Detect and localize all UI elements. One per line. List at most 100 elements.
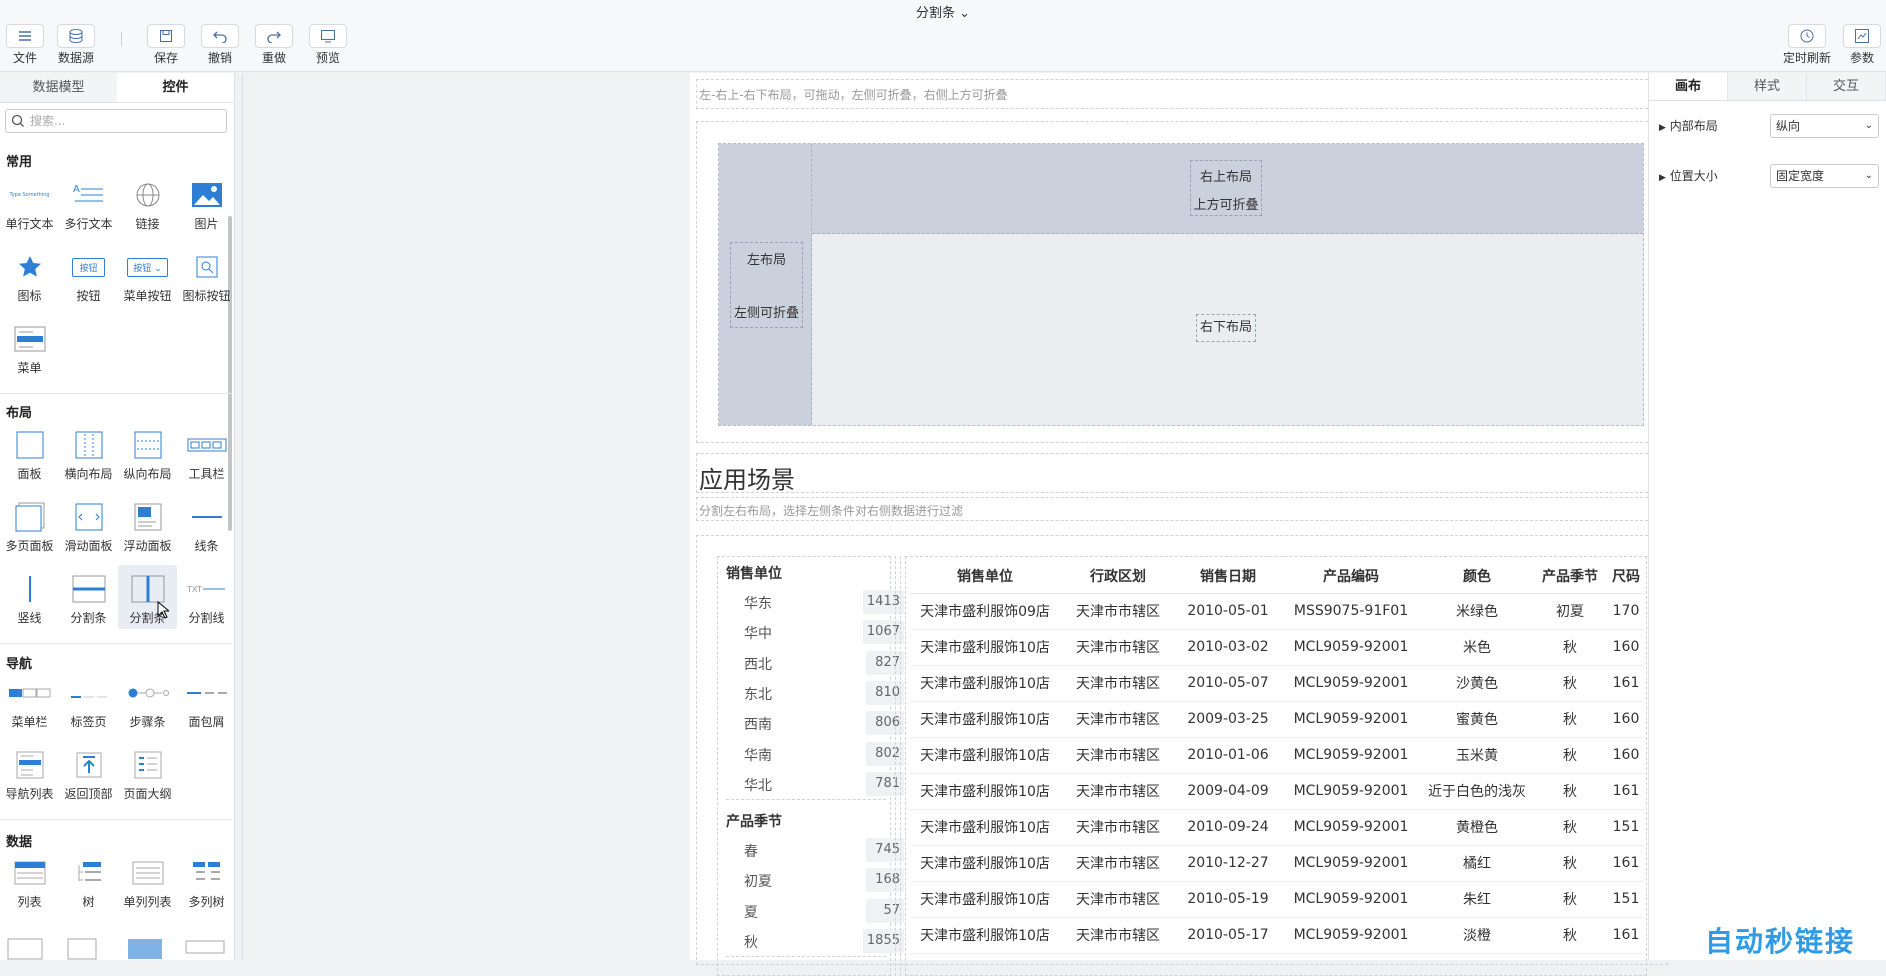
widget-floating-panel[interactable]: 浮动面板 <box>118 497 177 554</box>
widget-splitter-horizontal[interactable]: 分割条 <box>59 569 118 626</box>
undo-button[interactable]: 撤销 <box>195 24 245 65</box>
data-table-container[interactable]: 销售单位 行政区划 销售日期 产品编码 颜色 产品季节 尺码 天津市盛利服饰09店 天津市市辖… <box>905 556 1647 976</box>
filter-item[interactable]: 春 745 <box>744 838 904 863</box>
widget-multi-column-tree[interactable]: 多列树 <box>177 853 234 910</box>
column-header[interactable]: 销售日期 <box>1176 559 1280 594</box>
widget-page-outline[interactable]: 页面大纲 <box>118 745 177 802</box>
splitter-demo-container[interactable]: 左布局 左侧可折叠 右上布局 上方可折叠 右下布局 <box>696 121 1668 443</box>
filter-item[interactable]: 华北 781 <box>744 771 904 796</box>
left-layout-label: 左布局 <box>746 253 786 268</box>
tab-widgets[interactable]: 控件 <box>117 73 234 102</box>
left-layout-label-box[interactable]: 左布局 左侧可折叠 <box>730 242 803 328</box>
table-header-row: 销售单位 行政区划 销售日期 产品编码 颜色 产品季节 尺码 <box>910 559 1644 594</box>
widget-button[interactable]: 按钮 按钮 <box>59 247 118 304</box>
top-right-label-box[interactable]: 右上布局 上方可折叠 <box>1190 160 1262 216</box>
widget-line[interactable]: 线条 <box>177 497 234 554</box>
desc-text-box-1[interactable]: 左-右上-右下布局，可拖动，左侧可折叠，右侧上方可折叠 <box>696 79 1668 109</box>
column-header[interactable]: 尺码 <box>1608 559 1644 594</box>
table-cell: 天津市盛利服饰10店 <box>910 917 1060 954</box>
column-header[interactable]: 行政区划 <box>1060 559 1176 594</box>
page-title-dropdown[interactable]: 分割条 ⌄ <box>0 2 1886 21</box>
table-row[interactable]: 天津市盛利服饰10店 天津市市辖区 2009-04-09 MCL9059-92001 近… <box>910 773 1644 810</box>
widget-horizontal-layout[interactable]: 横向布局 <box>59 425 118 482</box>
position-size-select[interactable]: 固定宽度 ⌄ <box>1770 164 1879 188</box>
tab-data-model[interactable]: 数据模型 <box>0 73 117 102</box>
splitter-layout[interactable]: 左布局 左侧可折叠 右上布局 上方可折叠 右下布局 <box>718 143 1644 426</box>
datasource-button[interactable]: 数据源 <box>50 24 102 65</box>
widget-multi-page-panel[interactable]: 多页面板 <box>0 497 59 554</box>
tab-style[interactable]: 样式 <box>1728 73 1807 100</box>
widget-back-to-top[interactable]: 返回顶部 <box>59 745 118 802</box>
widget-vertical-line[interactable]: 竖线 <box>0 569 59 626</box>
bottom-right-label-box[interactable]: 右下布局 <box>1196 314 1256 342</box>
desc-text-box-2[interactable]: 分割左右布局，选择左侧条件对右侧数据进行过滤 <box>696 497 1668 521</box>
history-icon <box>1788 24 1826 48</box>
widget-image[interactable]: 图片 <box>177 175 234 232</box>
widget-multi-line-text[interactable]: A 多行文本 <box>59 175 118 232</box>
column-header[interactable]: 销售单位 <box>910 559 1060 594</box>
widget-menubar[interactable]: 菜单栏 <box>0 673 59 730</box>
heading-box[interactable]: 应用场景 <box>696 453 1668 494</box>
top-right-layout-pane[interactable]: 右上布局 上方可折叠 <box>812 144 1643 234</box>
table-row[interactable]: 天津市盛利服饰10店 天津市市辖区 2010-09-24 MCL9059-92001 黄… <box>910 809 1644 846</box>
table-row[interactable]: 天津市盛利服饰10店 天津市市辖区 2009-03-25 MCL9059-92001 蜜… <box>910 701 1644 738</box>
widget-tabs[interactable]: 标签页 <box>59 673 118 730</box>
inner-layout-select[interactable]: 纵向 ⌄ <box>1770 114 1879 138</box>
filter-item[interactable]: 华中 1067 <box>744 620 904 645</box>
table-cell: 米绿色 <box>1422 593 1532 630</box>
widget-panel-box[interactable]: 面板 <box>0 425 59 482</box>
table-row[interactable]: 天津市盛利服饰10店 天津市市辖区 2010-12-27 MCL9059-92001 橘… <box>910 845 1644 882</box>
table-row[interactable]: 天津市盛利服饰10店 天津市市辖区 2010-05-19 MCL9059-92001 朱… <box>910 881 1644 918</box>
widget-list[interactable]: 列表 <box>0 853 59 910</box>
widget-link[interactable]: 链接 <box>118 175 177 232</box>
preview-button[interactable]: 预览 <box>303 24 353 65</box>
widget-menu[interactable]: 菜单 <box>0 319 59 376</box>
table-row[interactable]: 天津市盛利服饰10店 天津市市辖区 2010-05-17 MCL9059-92001 淡… <box>910 917 1644 954</box>
widget-vertical-layout[interactable]: 纵向布局 <box>118 425 177 482</box>
widget-steps[interactable]: 步骤条 <box>118 673 177 730</box>
widget-sliding-panel[interactable]: 滑动面板 <box>59 497 118 554</box>
table-row[interactable]: 天津市盛利服饰09店 天津市市辖区 2010-05-01 MSS9075-91F01 米… <box>910 593 1644 630</box>
column-header[interactable]: 颜色 <box>1422 559 1532 594</box>
filter-item[interactable]: 夏 57 <box>744 898 904 923</box>
widget-single-column-list[interactable]: 单列列表 <box>118 853 177 910</box>
widget-single-line-text[interactable]: Type Something 单行文本 <box>0 175 59 232</box>
prop-inner-layout[interactable]: ▶ 内部布局 <box>1659 117 1718 134</box>
table-row[interactable]: 天津市盛利服饰10店 天津市市辖区 2010-01-06 MCL9059-92001 玉… <box>910 737 1644 774</box>
filter-panel[interactable]: 销售单位 华东 1413 华中 1067 西北 827 东北 810 西南 806 华南 802 华北 78… <box>717 556 904 976</box>
page-canvas[interactable]: 左-右上-右下布局，可拖动，左侧可折叠，右侧上方可折叠 左布局 左侧可折叠 右上… <box>690 73 1675 976</box>
widget-toolbar[interactable]: 工具栏 <box>177 425 234 482</box>
save-button[interactable]: 保存 <box>141 24 191 65</box>
left-layout-pane[interactable]: 左布局 左侧可折叠 <box>719 144 812 425</box>
widget-icon-button[interactable]: 图标按钮 <box>177 247 234 304</box>
column-header[interactable]: 产品季节 <box>1532 559 1608 594</box>
tab-interaction[interactable]: 交互 <box>1807 73 1886 100</box>
widget-menu-button[interactable]: 按钮 ⌄ 菜单按钮 <box>118 247 177 304</box>
widget-tree[interactable]: 树 <box>59 853 118 910</box>
filter-item[interactable]: 西南 806 <box>744 711 904 736</box>
widget-divider-line[interactable]: TXT 分割线 <box>177 569 234 626</box>
search-input[interactable]: 搜索... <box>5 109 227 133</box>
sliding-panel-icon <box>59 497 118 537</box>
column-header[interactable]: 产品编码 <box>1280 559 1422 594</box>
table-row[interactable]: 天津市盛利服饰10店 天津市市辖区 2010-03-02 MCL9059-92001 米… <box>910 629 1644 666</box>
file-button[interactable]: 文件 <box>0 24 50 65</box>
filter-item[interactable]: 华南 802 <box>744 741 904 766</box>
params-button[interactable]: 参数 <box>1838 24 1886 65</box>
filter-item[interactable]: 东北 810 <box>744 680 904 705</box>
filter-item[interactable]: 西北 827 <box>744 650 904 675</box>
widget-nav-list[interactable]: 导航列表 <box>0 745 59 802</box>
filter-item[interactable]: 秋 1855 <box>744 929 904 953</box>
filter-item[interactable]: 华东 1413 <box>744 590 904 614</box>
timed-refresh-button[interactable]: 定时刷新 <box>1780 24 1834 65</box>
tab-canvas[interactable]: 画布 <box>1649 73 1728 100</box>
redo-button[interactable]: 重做 <box>249 24 299 65</box>
filter-demo-container[interactable]: 销售单位 华东 1413 华中 1067 西北 827 东北 810 西南 806 华南 802 华北 78… <box>696 535 1668 976</box>
design-canvas[interactable]: 左-右上-右下布局，可拖动，左侧可折叠，右侧上方可折叠 左布局 左侧可折叠 右上… <box>242 73 1675 976</box>
prop-position-size[interactable]: ▶ 位置大小 <box>1659 167 1718 184</box>
widget-breadcrumb[interactable]: 面包屑 <box>177 673 234 730</box>
splitter-bar[interactable] <box>895 556 901 976</box>
table-row[interactable]: 天津市盛利服饰10店 天津市市辖区 2010-05-07 MCL9059-92001 沙… <box>910 665 1644 702</box>
filter-item[interactable]: 初夏 168 <box>744 868 904 893</box>
widget-icon[interactable]: 图标 <box>0 247 59 304</box>
